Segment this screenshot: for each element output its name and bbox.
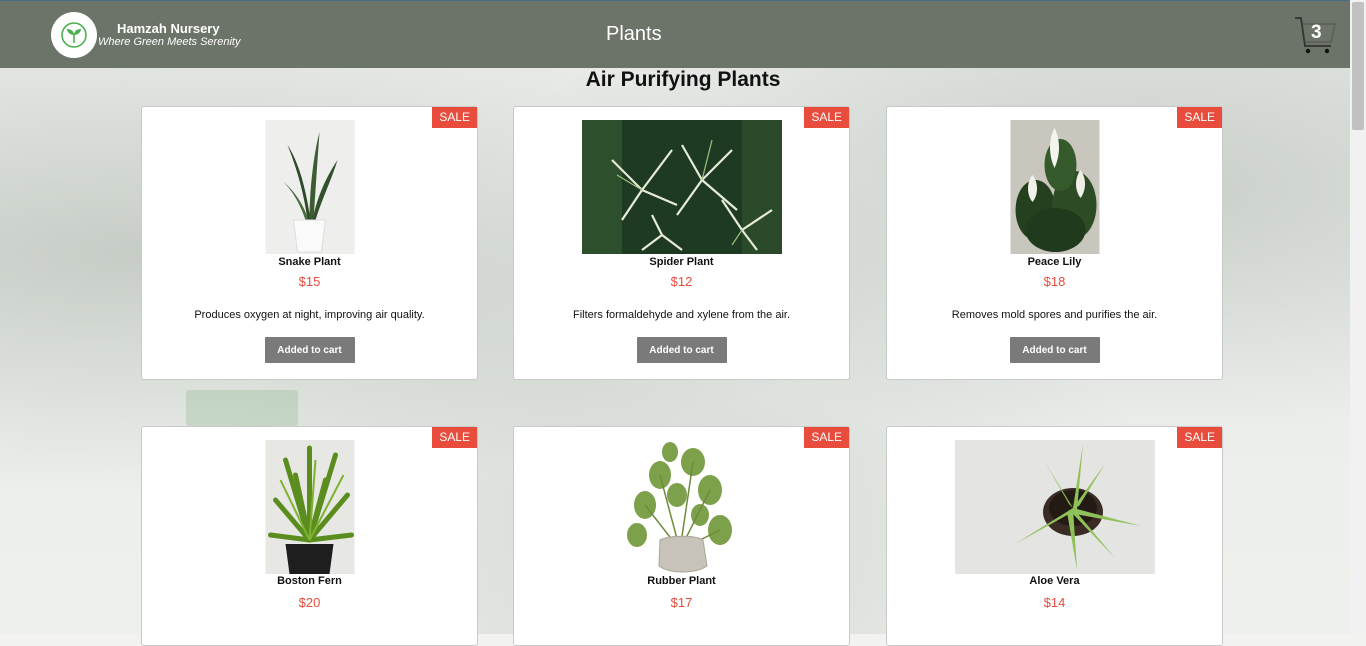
sale-badge: SALE (432, 107, 477, 128)
product-image (265, 440, 354, 574)
product-name: Aloe Vera (1029, 575, 1080, 587)
brand-name: Hamzah Nursery (117, 21, 220, 36)
product-name: Snake Plant (278, 256, 341, 268)
product-image (581, 120, 782, 254)
added-to-cart-button[interactable]: Added to cart (1009, 337, 1100, 363)
sale-badge: SALE (1177, 427, 1222, 448)
product-price: $12 (670, 274, 693, 289)
site-header: Hamzah Nursery Where Green Meets Serenit… (0, 0, 1350, 68)
product-card: SALE Spider Plant $12 Filters formaldehy… (513, 106, 850, 380)
product-price: $15 (298, 274, 321, 289)
sale-badge: SALE (804, 427, 849, 448)
added-to-cart-button[interactable]: Added to cart (264, 337, 355, 363)
section-title: Air Purifying Plants (585, 68, 781, 91)
logo[interactable] (51, 12, 97, 58)
product-image (954, 440, 1155, 574)
product-name: Spider Plant (649, 256, 714, 268)
sale-badge: SALE (804, 107, 849, 128)
product-price: $20 (298, 595, 321, 610)
brand-tagline: Where Green Meets Serenity (98, 36, 241, 48)
sprout-icon (61, 22, 87, 48)
product-price: $14 (1043, 595, 1066, 610)
product-image (614, 440, 749, 574)
background-decoration (186, 390, 298, 426)
scrollbar-thumb[interactable] (1352, 2, 1364, 130)
product-card: SALE Aloe Vera $14 (886, 426, 1223, 646)
product-name: Rubber Plant (647, 575, 716, 587)
product-card: SALE Snake Plant $15 Produces oxygen at … (141, 106, 478, 380)
nav-plants-link[interactable]: Plants (606, 23, 662, 46)
product-name: Boston Fern (277, 575, 342, 587)
sale-badge: SALE (432, 427, 477, 448)
product-description: Filters formaldehyde and xylene from the… (572, 309, 791, 321)
product-card: SALE Peace Lily $18 Removes mold spores … (886, 106, 1223, 380)
product-description: Produces oxygen at night, improving air … (194, 309, 425, 321)
product-image (265, 120, 354, 254)
product-price: $17 (670, 595, 693, 610)
product-card: SALE Boston Fern $20 (141, 426, 478, 646)
product-card: SALE Rubber Plant $17 (513, 426, 850, 646)
product-image (1010, 120, 1099, 254)
added-to-cart-button[interactable]: Added to cart (636, 337, 727, 363)
cart-count: 3 (1311, 22, 1322, 43)
product-price: $18 (1043, 274, 1066, 289)
sale-badge: SALE (1177, 107, 1222, 128)
product-description: Removes mold spores and purifies the air… (951, 309, 1158, 321)
product-name: Peace Lily (1027, 256, 1082, 268)
